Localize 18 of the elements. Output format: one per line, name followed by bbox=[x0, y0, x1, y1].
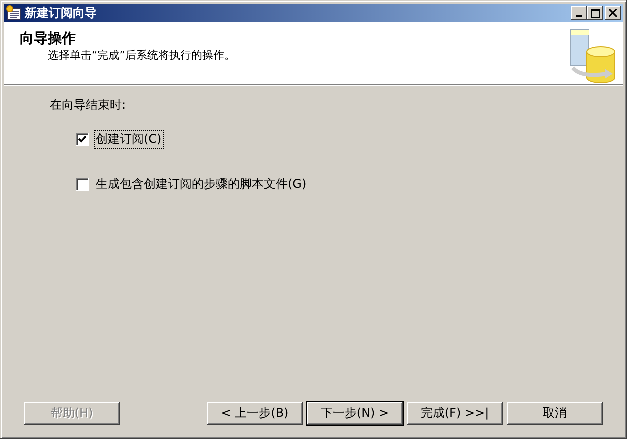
checkbox[interactable] bbox=[76, 178, 89, 191]
prompt-text: 在向导结束时: bbox=[50, 97, 128, 114]
close-button[interactable] bbox=[605, 6, 621, 20]
back-button[interactable]: < 上一步(B) bbox=[207, 402, 303, 425]
finish-button[interactable]: 完成(F) >>| bbox=[407, 402, 503, 425]
next-button[interactable]: 下一步(N) > bbox=[307, 402, 403, 425]
checkbox-label[interactable]: 创建订阅(C) bbox=[95, 131, 163, 148]
maximize-button[interactable] bbox=[587, 6, 603, 20]
page-subtitle: 选择单击“完成”后系统将执行的操作。 bbox=[47, 48, 236, 63]
page-title: 向导操作 bbox=[20, 30, 77, 48]
window-title: 新建订阅向导 bbox=[25, 4, 98, 22]
checkbox-label[interactable]: 生成包含创建订阅的步骤的脚本文件(G) bbox=[95, 176, 308, 193]
minimize-button[interactable] bbox=[571, 6, 587, 20]
close-icon bbox=[609, 9, 617, 17]
check-icon bbox=[78, 135, 87, 144]
checkbox[interactable] bbox=[76, 133, 89, 146]
maximize-icon bbox=[590, 8, 600, 18]
cancel-button[interactable]: 取消 bbox=[507, 402, 603, 425]
